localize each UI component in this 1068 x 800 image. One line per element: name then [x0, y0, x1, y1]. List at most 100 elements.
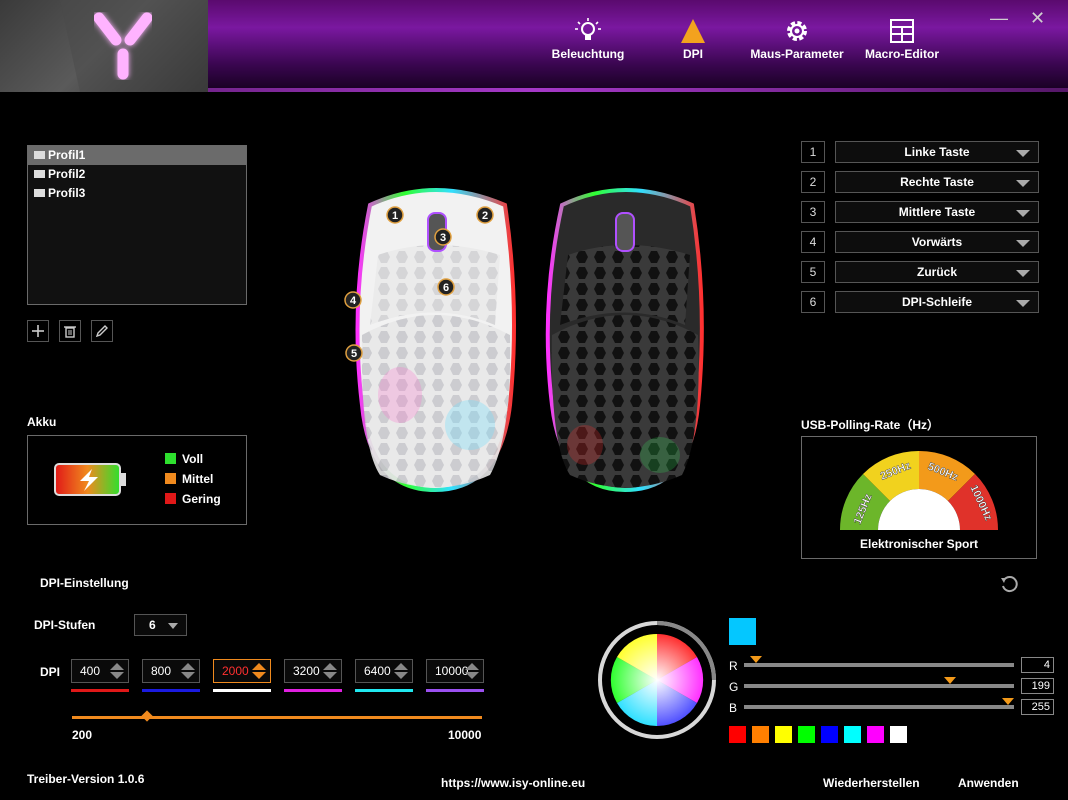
mapping-select-3[interactable]: Mittlere Taste — [835, 201, 1039, 223]
battery-icon — [54, 463, 126, 496]
add-profile-button[interactable] — [27, 320, 49, 342]
akku-legend-voll: Voll — [165, 452, 203, 466]
marker-1: 1 — [386, 206, 404, 224]
brand-logo-icon — [60, 0, 208, 92]
apply-button[interactable]: Anwenden — [958, 776, 1019, 790]
b-slider-thumb[interactable] — [1002, 698, 1014, 705]
profile-item-3[interactable]: Profil3 — [28, 184, 246, 203]
polling-gauge: 125Hz 250Hz 500Hz 1000Hz — [839, 450, 999, 530]
chevron-down-icon — [1016, 150, 1030, 157]
chevron-down-icon — [1016, 180, 1030, 187]
profile-item-1[interactable]: Profil1 — [28, 146, 246, 165]
g-slider[interactable] — [744, 684, 1014, 688]
restore-button[interactable]: Wiederherstellen — [823, 776, 920, 790]
dpi-level-6[interactable]: 10000 — [426, 659, 484, 683]
r-value[interactable]: 4 — [1021, 657, 1054, 673]
marker-3: 3 — [434, 228, 452, 246]
dpi-color-bar-5[interactable] — [355, 689, 413, 692]
chevron-down-icon — [1016, 210, 1030, 217]
nav-macro-editor[interactable]: Macro-Editor — [854, 18, 950, 78]
swatch-green[interactable] — [798, 726, 815, 743]
color-wheel[interactable] — [597, 620, 717, 740]
dpi-color-bar-1[interactable] — [71, 689, 129, 692]
g-slider-thumb[interactable] — [944, 677, 956, 684]
marker-2: 2 — [476, 206, 494, 224]
swatch-white[interactable] — [890, 726, 907, 743]
dpi-level-5[interactable]: 6400 — [355, 659, 413, 683]
swatch-blue[interactable] — [821, 726, 838, 743]
mapping-number: 2 — [801, 171, 825, 193]
r-label: R — [729, 659, 738, 673]
dpi-color-bar-2[interactable] — [142, 689, 200, 692]
chevron-down-icon — [1016, 240, 1030, 247]
legend-swatch — [165, 473, 176, 484]
delete-profile-button[interactable] — [59, 320, 81, 342]
r-slider[interactable] — [744, 663, 1014, 667]
close-button[interactable]: ✕ — [1030, 8, 1045, 29]
decrement-arrow[interactable] — [394, 672, 408, 679]
decrement-arrow[interactable] — [323, 672, 337, 679]
b-slider[interactable] — [744, 705, 1014, 709]
dpi-slider-thumb[interactable] — [141, 710, 153, 722]
decrement-arrow[interactable] — [465, 672, 479, 679]
dpi-slider-track[interactable] — [72, 716, 482, 719]
dpi-color-bar-3[interactable] — [213, 689, 271, 692]
increment-arrow[interactable] — [465, 663, 479, 670]
mapping-select-1[interactable]: Linke Taste — [835, 141, 1039, 163]
nav-beleuchtung[interactable]: Beleuchtung — [540, 18, 636, 78]
svg-text:4: 4 — [350, 295, 357, 307]
increment-arrow[interactable] — [394, 663, 408, 670]
r-slider-thumb[interactable] — [750, 656, 762, 663]
reset-icon[interactable] — [1000, 575, 1018, 596]
dpi-stufen-select[interactable]: 6 — [134, 614, 187, 636]
profile-item-2[interactable]: Profil2 — [28, 165, 246, 184]
decrement-arrow[interactable] — [252, 672, 266, 679]
profile-list: Profil1 Profil2 Profil3 — [27, 145, 247, 305]
folder-icon — [34, 189, 45, 197]
decrement-arrow[interactable] — [181, 672, 195, 679]
svg-text:2: 2 — [482, 210, 488, 222]
nav-label: DPI — [682, 47, 703, 61]
swatch-yellow[interactable] — [775, 726, 792, 743]
swatch-magenta[interactable] — [867, 726, 884, 743]
folder-icon — [34, 151, 45, 159]
folder-icon — [34, 170, 45, 178]
edit-profile-button[interactable] — [91, 320, 113, 342]
dpi-color-bar-4[interactable] — [284, 689, 342, 692]
decrement-arrow[interactable] — [110, 672, 124, 679]
swatch-red[interactable] — [729, 726, 746, 743]
marker-4: 4 — [344, 291, 362, 309]
dpi-slider-min: 200 — [72, 728, 93, 742]
plus-icon — [32, 325, 44, 337]
polling-mode: Elektronischer Sport — [859, 537, 979, 551]
lightbulb-icon — [575, 18, 601, 40]
increment-arrow[interactable] — [323, 663, 337, 670]
mapping-number: 3 — [801, 201, 825, 223]
nav-dpi[interactable]: DPI — [645, 18, 741, 78]
mapping-select-6[interactable]: DPI-Schleife — [835, 291, 1039, 313]
increment-arrow[interactable] — [181, 663, 195, 670]
dpi-level-2[interactable]: 800 — [142, 659, 200, 683]
nav-label: Maus-Parameter — [750, 47, 844, 61]
mapping-select-2[interactable]: Rechte Taste — [835, 171, 1039, 193]
mapping-select-4[interactable]: Vorwärts — [835, 231, 1039, 253]
dpi-level-3[interactable]: 2000 — [213, 659, 271, 683]
increment-arrow[interactable] — [110, 663, 124, 670]
dpi-level-4[interactable]: 3200 — [284, 659, 342, 683]
mapping-select-5[interactable]: Zurück — [835, 261, 1039, 283]
dpi-color-bar-6[interactable] — [426, 689, 484, 692]
increment-arrow[interactable] — [252, 663, 266, 670]
swatch-cyan[interactable] — [844, 726, 861, 743]
b-value[interactable]: 255 — [1021, 699, 1054, 715]
mapping-number: 1 — [801, 141, 825, 163]
mapping-number: 5 — [801, 261, 825, 283]
nav-maus-parameter[interactable]: Maus-Parameter — [749, 18, 845, 78]
dpi-level-1[interactable]: 400 — [71, 659, 129, 683]
dpi-slider-max: 10000 — [448, 728, 482, 742]
marker-6: 6 — [437, 278, 455, 296]
g-value[interactable]: 199 — [1021, 678, 1054, 694]
swatch-orange[interactable] — [752, 726, 769, 743]
nav-label: Macro-Editor — [864, 47, 939, 61]
website-link[interactable]: https://www.isy-online.eu — [441, 776, 585, 790]
minimize-button[interactable]: — — [990, 8, 1008, 29]
